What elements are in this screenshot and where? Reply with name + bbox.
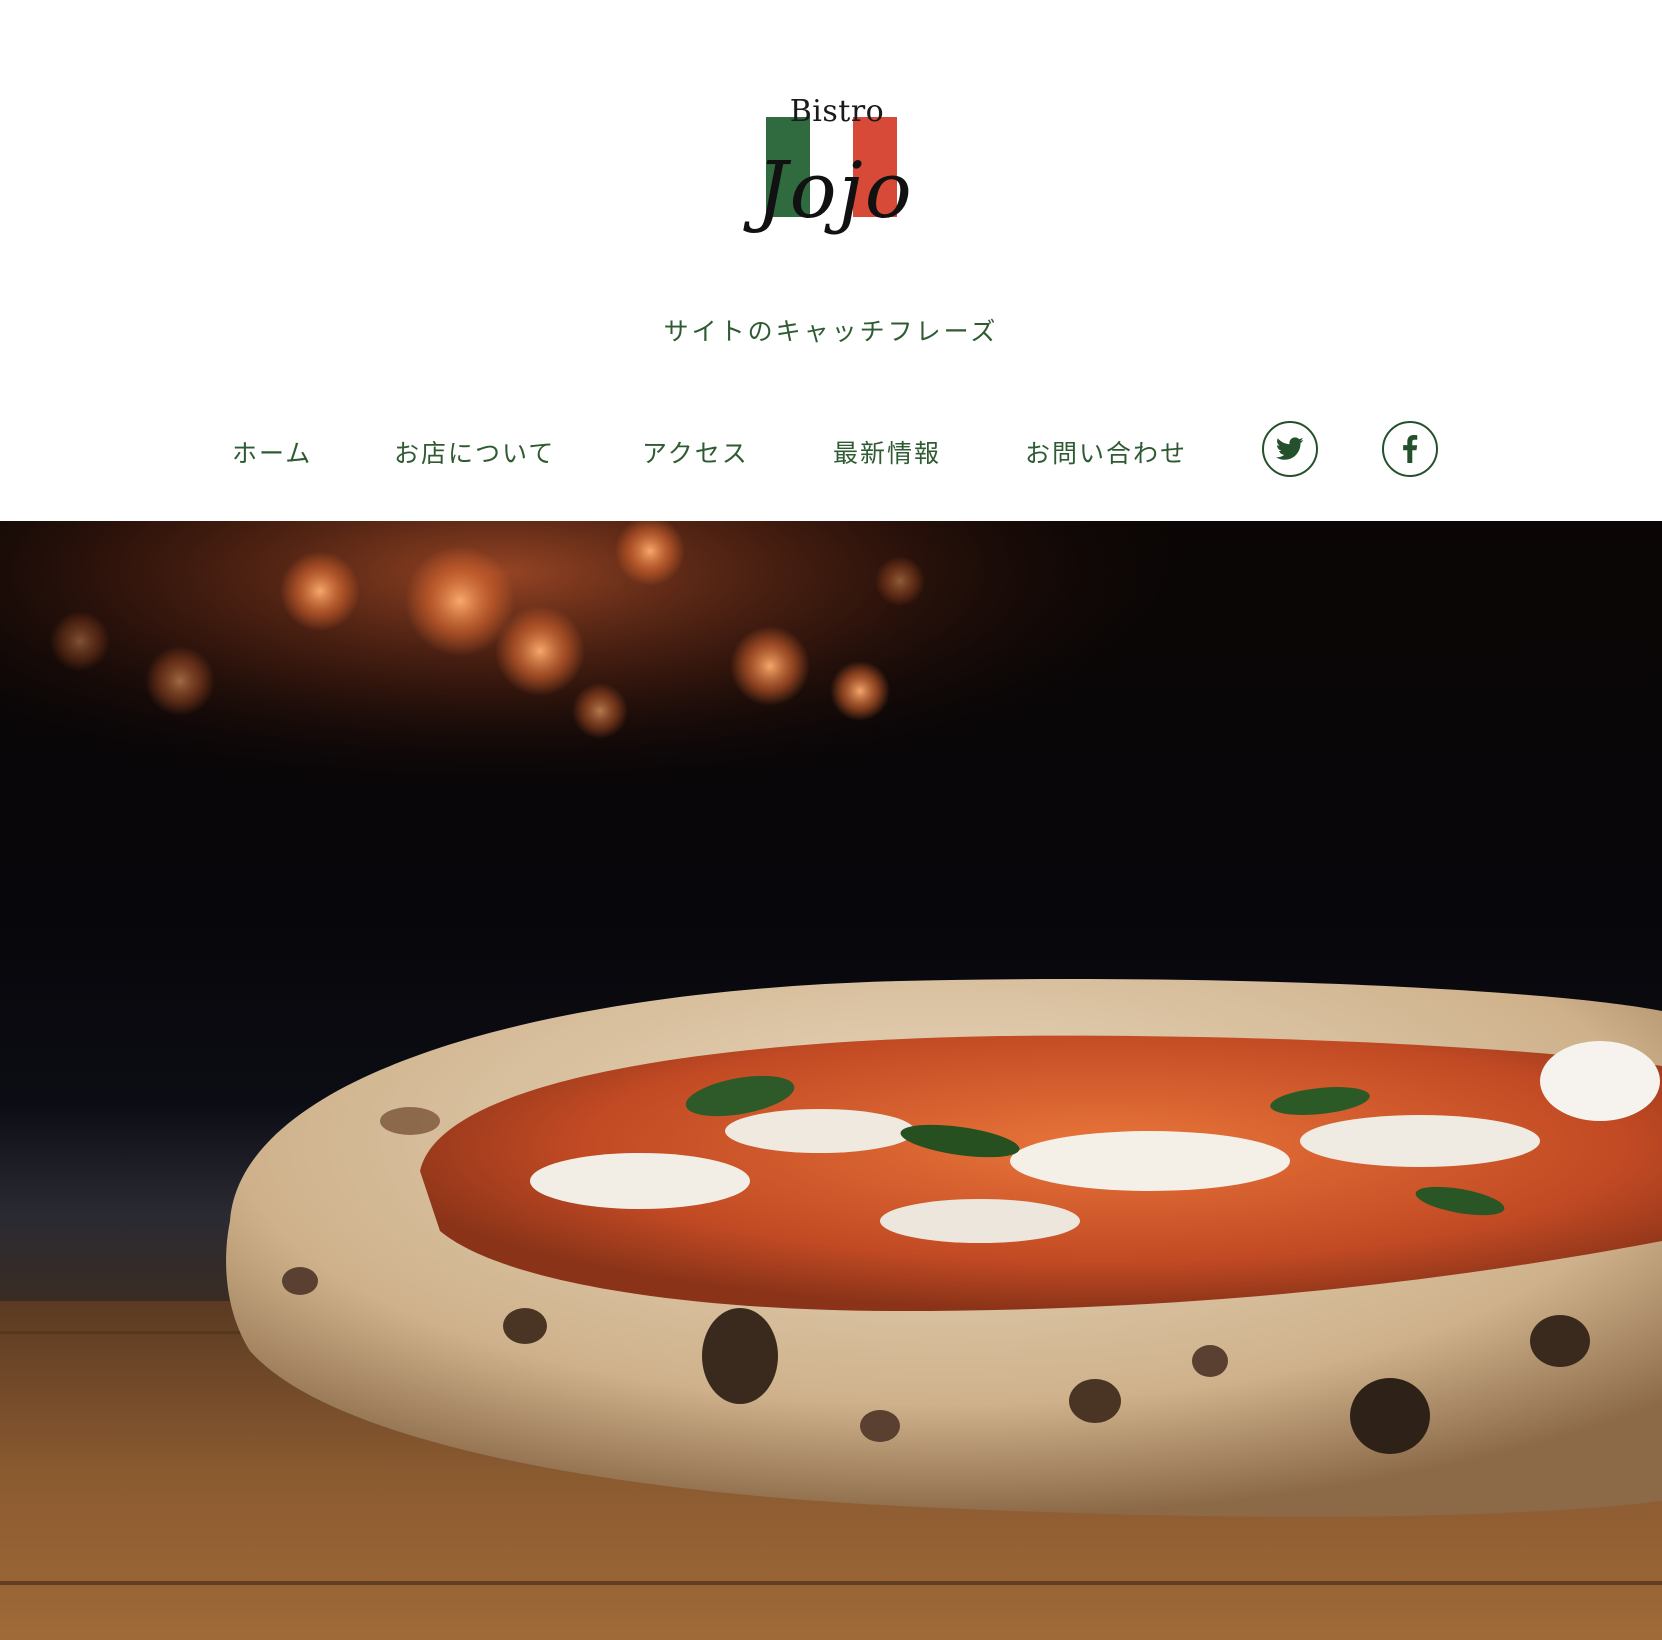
nav-item-contact[interactable]: お問い合わせ xyxy=(1025,434,1187,470)
twitter-link[interactable] xyxy=(1262,421,1318,477)
nav-item-news[interactable]: 最新情報 xyxy=(833,434,941,470)
facebook-icon xyxy=(1403,435,1418,463)
nav-item-home[interactable]: ホーム xyxy=(232,434,312,470)
hero-image xyxy=(0,521,1662,1640)
pizza-photo xyxy=(0,521,1662,1640)
logo-small-word: Bistro xyxy=(789,94,885,129)
facebook-link[interactable] xyxy=(1382,421,1438,477)
nav-item-access[interactable]: アクセス xyxy=(642,434,749,470)
main-nav: ホーム お店について アクセス 最新情報 お問い合わせ xyxy=(0,420,1662,484)
twitter-icon xyxy=(1276,437,1304,460)
logo-main-word: Jojo xyxy=(756,146,914,236)
site-logo[interactable]: Bistro Jojo xyxy=(745,90,925,270)
site-header: Bistro Jojo サイトのキャッチフレーズ ホーム お店について アクセス… xyxy=(0,0,1662,521)
site-tagline: サイトのキャッチフレーズ xyxy=(663,317,999,346)
nav-item-about[interactable]: お店について xyxy=(394,434,555,470)
